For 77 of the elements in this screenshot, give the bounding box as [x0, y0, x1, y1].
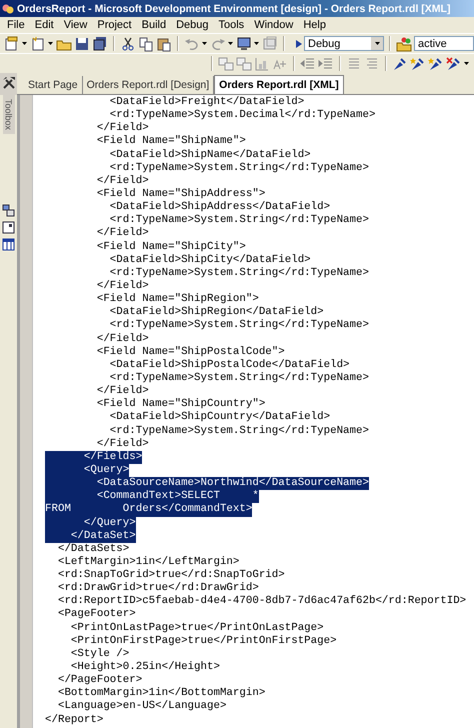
code-line: <rd:TypeName>System.String</rd:TypeName>	[108, 372, 369, 385]
code-line: <DataField>ShipPostalCode</DataField>	[108, 358, 350, 372]
code-line: <DataField>Freight</DataField>	[108, 96, 304, 109]
properties-icon[interactable]	[2, 221, 15, 234]
code-line: <Height>0.25in</Height>	[70, 661, 220, 674]
code-line: <DataField>ShipName</DataField>	[108, 148, 311, 162]
window-title: OrdersReport - Microsoft Development Environment [design] - Orders Report.rdl [XML]	[17, 2, 450, 14]
code-line: <PageFooter>	[56, 608, 136, 622]
toolbox-tab[interactable]: Toolbox	[2, 95, 14, 134]
code-line: <DataField>ShipAddress</DataField>	[108, 201, 330, 214]
menu-item[interactable]: File	[2, 19, 30, 31]
document-tab[interactable]: Start Page	[24, 76, 83, 94]
add-item-icon[interactable]	[30, 36, 46, 52]
paste-icon[interactable]	[156, 36, 172, 52]
code-line: </Field>	[96, 385, 149, 398]
project-icon[interactable]	[4, 36, 20, 52]
cut-icon[interactable]	[120, 36, 136, 52]
code-line: <rd:DrawGrid>true</rd:DrawGrid>	[56, 582, 259, 595]
code-line: </Report>	[45, 714, 104, 727]
pin-icon[interactable]	[446, 56, 462, 72]
code-line: <PrintOnFirstPage>true</PrintOnFirstPage>	[70, 634, 337, 648]
grid-icon[interactable]	[2, 238, 15, 252]
menu-item[interactable]: Debug	[171, 19, 214, 31]
code-line: <rd:TypeName>System.Decimal</rd:TypeName>	[108, 109, 376, 122]
play-icon[interactable]	[296, 40, 302, 48]
copy-icon[interactable]	[138, 36, 154, 52]
code-line: <rd:TypeName>System.String</rd:TypeName>	[108, 424, 369, 438]
code-line: <Field Name="ShipCity">	[96, 240, 246, 254]
menu-item[interactable]: Project	[92, 19, 137, 31]
document-tab[interactable]: Orders Report.rdl [XML]	[214, 75, 344, 94]
code-line: </PageFooter>	[56, 674, 142, 687]
save-all-icon[interactable]	[92, 36, 108, 52]
pin-icon[interactable]	[428, 56, 444, 72]
code-line: </Field>	[96, 280, 149, 293]
code-line: </Field>	[96, 332, 149, 346]
save-icon[interactable]	[74, 36, 90, 52]
code-line: </Field>	[96, 122, 149, 135]
menu-item[interactable]: Help	[298, 19, 331, 31]
code-line: <rd:SnapToGrid>true</rd:SnapToGrid>	[56, 569, 285, 582]
indent-icon[interactable]	[318, 56, 334, 72]
code-line: <Style />	[70, 648, 130, 661]
find-icon[interactable]	[396, 36, 412, 52]
code-line: <DataField>ShipRegion</DataField>	[108, 306, 324, 319]
code-line: <rd:TypeName>System.String</rd:TypeName>	[108, 214, 369, 227]
monitor-icon[interactable]	[236, 36, 252, 52]
code-line: <Language>en-US</Language>	[56, 700, 226, 714]
code-line: <rd:TypeName>System.String</rd:TypeName>	[108, 319, 369, 333]
menu-item[interactable]: Tools	[214, 19, 250, 31]
code-line: <Field Name="ShipCountry">	[96, 398, 266, 411]
code-line: </Field>	[96, 174, 149, 188]
menu-item[interactable]: Build	[136, 19, 172, 31]
code-line: <Field Name="ShipRegion">	[96, 293, 259, 306]
code-line: <rd:ReportID>c5faebab-d4e4-4700-8db7-7d6ac47af62b</rd:ReportID>	[56, 595, 466, 608]
find-field[interactable]: active	[414, 36, 474, 51]
menu-item[interactable]: Window	[249, 19, 298, 31]
code-line: <Field Name="ShipAddress">	[96, 188, 266, 201]
menu-item[interactable]: Edit	[30, 19, 59, 31]
pin-icon[interactable]	[410, 56, 426, 72]
code-line: <Field Name="ShipName">	[96, 135, 246, 149]
code-line: </DataSets>	[56, 542, 130, 556]
menu-item[interactable]: View	[58, 19, 92, 31]
app-icon	[2, 2, 14, 14]
code-line: <rd:TypeName>System.String</rd:TypeName>	[108, 162, 369, 175]
code-line: <DataField>ShipCity</DataField>	[108, 254, 311, 267]
code-line: <PrintOnLastPage>true</PrintOnLastPage>	[70, 622, 324, 635]
code-line: <DataField>ShipCountry</DataField>	[108, 411, 330, 425]
code-line: </Field>	[96, 438, 149, 451]
configuration-dropdown[interactable]: Debug	[304, 36, 384, 51]
outdent-icon[interactable]	[300, 56, 316, 72]
xml-editor[interactable]	[33, 95, 474, 728]
code-line: </Field>	[96, 227, 149, 241]
code-line: <BottomMargin>1in</BottomMargin>	[56, 687, 266, 700]
pin-icon[interactable]	[392, 56, 408, 72]
code-line: <rd:TypeName>System.String</rd:TypeName>	[108, 266, 369, 280]
code-line: <Field Name="ShipPostalCode">	[96, 346, 285, 359]
caret-icon[interactable]	[374, 42, 380, 45]
code-line: <LeftMargin>1in</LeftMargin>	[56, 556, 240, 569]
